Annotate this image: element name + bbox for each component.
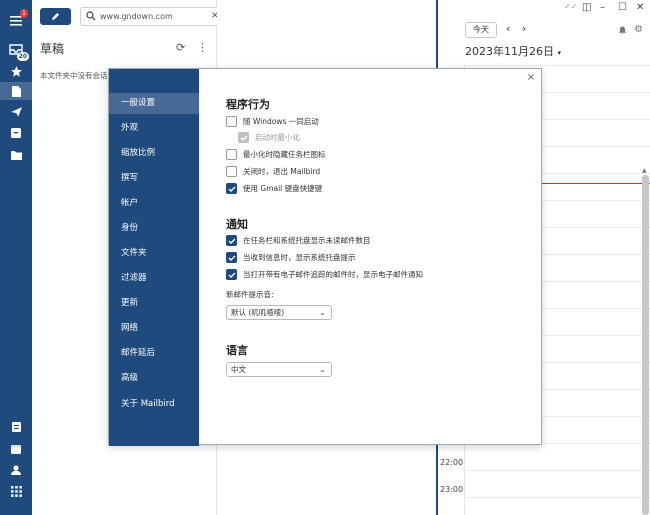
send-icon[interactable]: [6, 103, 26, 121]
checkbox[interactable]: [226, 149, 237, 160]
check-icon: [228, 255, 235, 261]
maximize-icon[interactable]: ☐: [618, 2, 627, 13]
option-hide-taskbar-icon[interactable]: 最小化时隐藏任务栏图标: [226, 148, 326, 161]
settings-nav-folders[interactable]: 文件夹: [109, 243, 199, 264]
folder-title: 草稿: [40, 42, 65, 56]
empty-folder-message: 本文件夹中没有会话: [40, 71, 108, 80]
option-label: 当打开带有电子邮件追踪的邮件时，显示电子邮件通知: [243, 270, 423, 279]
folder-icon[interactable]: [6, 146, 26, 164]
check-icon: [228, 272, 235, 278]
grid-line: [464, 470, 650, 471]
left-rail: 1 20: [0, 0, 32, 515]
option-tracking-notification[interactable]: 当打开带有电子邮件追踪的邮件时，显示电子邮件通知: [226, 268, 423, 281]
more-options-icon[interactable]: ⋮: [197, 41, 208, 54]
settings-nav-advanced[interactable]: 高级: [109, 368, 199, 389]
search-icon: [86, 11, 96, 21]
settings-nav-zoom[interactable]: 缩放比例: [109, 143, 199, 164]
today-button[interactable]: 今天: [465, 22, 497, 38]
check-all-icon[interactable]: ✓✓: [564, 2, 577, 11]
option-label: 当收到信息时，显示系统托盘提示: [243, 253, 356, 262]
scroll-up-icon[interactable]: ▲: [642, 167, 647, 174]
option-label: 关闭时，退出 Mailbird: [243, 167, 321, 176]
check-icon: [228, 238, 235, 244]
notes-icon[interactable]: [6, 418, 26, 436]
settings-dialog: 一般设置 外观 缩放比例 撰写 帐户 身份 文件夹 过滤器 更新 网络 邮件延后…: [108, 68, 542, 446]
option-tray-popup[interactable]: 当收到信息时，显示系统托盘提示: [226, 251, 356, 264]
chevron-left-icon[interactable]: ‹: [506, 22, 510, 35]
option-exit-on-close[interactable]: 关闭时，退出 Mailbird: [226, 165, 320, 178]
check-icon: [240, 135, 247, 141]
gear-icon[interactable]: ⚙: [634, 24, 643, 35]
section-title-language: 语言: [226, 344, 248, 357]
option-start-minimized: 启动时最小化: [238, 131, 300, 144]
hour-label: 22:00: [440, 458, 464, 467]
settings-content: 程序行为 随 Windows 一同启动 启动时最小化 最小化时隐藏任务栏图标 关…: [226, 69, 526, 446]
calendar-date-label: 2023年11月26日: [465, 45, 554, 58]
settings-nav-appearance[interactable]: 外观: [109, 118, 199, 139]
sound-select[interactable]: 默认 (叽叽喳喳) ⌄: [226, 305, 332, 320]
chevron-right-icon[interactable]: ›: [522, 22, 526, 35]
bell-icon[interactable]: [618, 25, 627, 38]
pencil-icon: [51, 12, 60, 21]
menu-icon[interactable]: 1: [6, 9, 28, 30]
minimize-icon[interactable]: –: [600, 2, 605, 13]
chevron-down-icon: ⌄: [319, 308, 326, 317]
contacts-icon[interactable]: [6, 461, 26, 479]
checkbox[interactable]: [226, 183, 237, 194]
checkbox[interactable]: [226, 166, 237, 177]
menu-badge: 1: [20, 9, 28, 18]
checkbox[interactable]: [226, 235, 237, 246]
grid-line: [464, 65, 650, 66]
inbox-icon[interactable]: 20: [6, 40, 29, 61]
calendar-date[interactable]: 2023年11月26日 ▾: [465, 43, 561, 59]
checkbox[interactable]: [226, 116, 237, 127]
calendar-scrollbar[interactable]: [642, 175, 649, 515]
drafts-icon[interactable]: [0, 82, 32, 100]
option-gmail-shortcuts[interactable]: 使用 Gmail 键盘快捷键: [226, 182, 322, 195]
settings-nav-general[interactable]: 一般设置: [109, 93, 199, 114]
search-input[interactable]: www.gndown.com: [100, 12, 173, 21]
settings-nav-identities[interactable]: 身份: [109, 218, 199, 239]
checkbox: [238, 132, 249, 143]
section-title-behavior: 程序行为: [226, 98, 270, 111]
calendar-icon[interactable]: [6, 440, 26, 458]
compose-button[interactable]: [40, 8, 71, 25]
language-select[interactable]: 中文 ⌄: [226, 362, 332, 377]
refresh-icon[interactable]: ⟳: [176, 41, 185, 54]
sound-select-value: 默认 (叽叽喳喳): [231, 308, 285, 317]
checkbox[interactable]: [226, 252, 237, 263]
settings-nav-snooze[interactable]: 邮件延后: [109, 343, 199, 364]
settings-nav-updates[interactable]: 更新: [109, 293, 199, 314]
grid-line: [464, 497, 650, 498]
sidebar-toggle-icon[interactable]: ◫: [582, 2, 591, 13]
settings-nav-filters[interactable]: 过滤器: [109, 268, 199, 289]
checkbox[interactable]: [226, 269, 237, 280]
language-select-value: 中文: [231, 365, 246, 374]
settings-nav-about[interactable]: 关于 Mailbird: [109, 394, 199, 415]
settings-nav-network[interactable]: 网络: [109, 318, 199, 339]
window-titlebar: ✓✓ ◫ – ☐ ✕: [556, 0, 650, 16]
close-window-icon[interactable]: ✕: [636, 2, 644, 13]
option-label: 在任务栏和系统托盘显示未读邮件数目: [243, 236, 371, 245]
chevron-down-icon: ⌄: [319, 365, 326, 374]
option-start-with-windows[interactable]: 随 Windows 一同启动: [226, 115, 319, 128]
option-label: 最小化时隐藏任务栏图标: [243, 150, 326, 159]
star-icon[interactable]: [6, 62, 26, 80]
hour-label: 23:00: [440, 485, 464, 494]
archive-icon[interactable]: [6, 124, 26, 142]
option-label: 随 Windows 一同启动: [243, 117, 319, 126]
settings-nav-compose[interactable]: 撰写: [109, 168, 199, 189]
settings-nav-accounts[interactable]: 帐户: [109, 193, 199, 214]
option-label: 启动时最小化: [255, 133, 300, 142]
check-icon: [228, 186, 235, 192]
option-unread-count[interactable]: 在任务栏和系统托盘显示未读邮件数目: [226, 234, 371, 247]
sound-label: 新邮件提示音:: [226, 290, 274, 299]
apps-icon[interactable]: [6, 482, 26, 500]
caret-down-icon: ▾: [557, 49, 562, 57]
option-label: 使用 Gmail 键盘快捷键: [243, 184, 323, 193]
settings-nav: 一般设置 外观 缩放比例 撰写 帐户 身份 文件夹 过滤器 更新 网络 邮件延后…: [109, 69, 199, 446]
close-dialog-icon[interactable]: ×: [527, 72, 535, 83]
inbox-badge: 20: [16, 52, 29, 61]
section-title-notifications: 通知: [226, 218, 248, 231]
